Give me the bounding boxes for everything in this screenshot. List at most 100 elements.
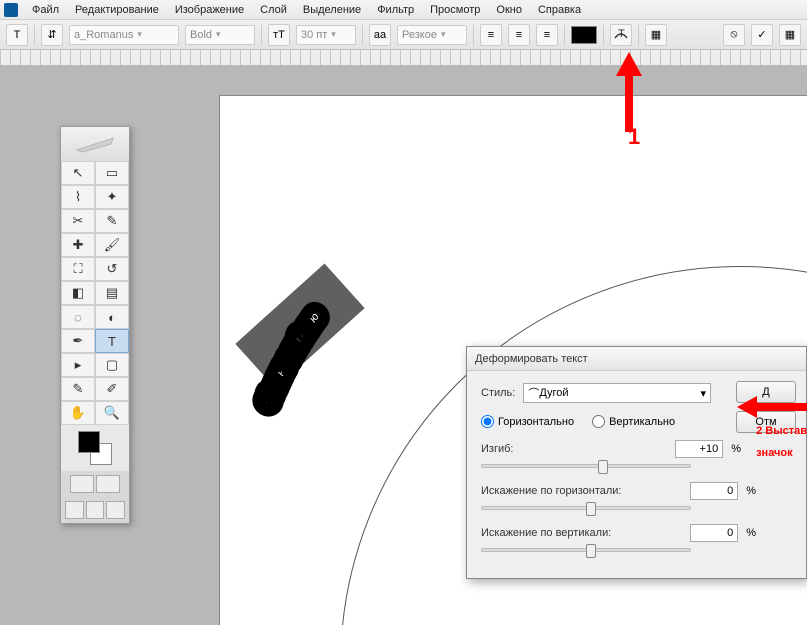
separator [34, 25, 35, 45]
lasso-tool[interactable]: ⌇ [61, 185, 95, 209]
font-family-combo[interactable]: a_Romanus▾ [69, 25, 179, 45]
hdist-input[interactable] [690, 482, 738, 500]
bend-input[interactable] [675, 440, 723, 458]
align-right-icon[interactable]: ≡ [536, 24, 558, 46]
bend-pct: % [731, 443, 741, 455]
dialog-titlebar[interactable]: Деформировать текст [467, 347, 806, 371]
screen-mode-2-icon[interactable] [86, 501, 105, 519]
gradient-tool[interactable]: ▤ [95, 281, 129, 305]
eraser-tool[interactable]: ◧ [61, 281, 95, 305]
vdist-pct: % [746, 527, 756, 539]
annotation-2-line2: значок [756, 442, 807, 464]
orient-vertical-radio[interactable]: Вертикально [592, 415, 675, 428]
eyedropper-tool[interactable]: ✐ [95, 377, 129, 401]
orient-h-label: Горизонтально [498, 416, 574, 428]
history-brush-tool[interactable]: ↺ [95, 257, 129, 281]
dodge-tool[interactable]: ◐ [95, 305, 129, 329]
workspace-icon[interactable]: ▦ [779, 24, 801, 46]
toolbox-panel: ↖ ▭ ⌇ ✦ ✂ ✎ ✚ 🖌 ⛶ ↺ ◧ ▤ ◌ ◐ ✒ T ▸ ▢ ✎ ✐ … [60, 126, 130, 524]
style-select[interactable]: ⌒ Дугой ▾ [523, 383, 711, 403]
menubar: Файл Редактирование Изображение Слой Выд… [0, 0, 807, 20]
font-style-combo[interactable]: Bold▾ [185, 25, 255, 45]
vdist-input[interactable] [690, 524, 738, 542]
antialias-value: Резкое [402, 29, 437, 41]
align-center-icon[interactable]: ≡ [508, 24, 530, 46]
font-size-value: 30 пт [301, 29, 327, 41]
dialog-title: Деформировать текст [475, 353, 588, 365]
shape-tool[interactable]: ▢ [95, 353, 129, 377]
foreground-color[interactable] [78, 431, 100, 453]
vdist-slider[interactable] [481, 548, 691, 552]
ok-button[interactable]: Д [736, 381, 796, 403]
slice-tool[interactable]: ✎ [95, 209, 129, 233]
align-left-icon[interactable]: ≡ [480, 24, 502, 46]
toolbox-header[interactable] [61, 127, 129, 161]
pen-tool[interactable]: ✒ [61, 329, 95, 353]
annotation-2-text: 2 Выстав значок [756, 420, 807, 464]
svg-text:T: T [618, 28, 625, 40]
menu-view[interactable]: Просмотр [422, 2, 488, 18]
ruler-horizontal [0, 50, 807, 66]
antialias-icon: aа [369, 24, 391, 46]
menu-help[interactable]: Справка [530, 2, 589, 18]
orient-h-input[interactable] [481, 415, 494, 428]
blur-tool[interactable]: ◌ [61, 305, 95, 329]
move-tool[interactable]: ↖ [61, 161, 95, 185]
workspace: Сделано с любовью ↖ ▭ ⌇ ✦ ✂ ✎ ✚ 🖌 ⛶ ↺ ◧ … [0, 66, 807, 625]
vdist-label: Искажение по вертикали: [481, 527, 682, 539]
zoom-tool[interactable]: 🔍 [95, 401, 129, 425]
menu-edit[interactable]: Редактирование [67, 2, 167, 18]
menu-window[interactable]: Окно [488, 2, 530, 18]
menu-file[interactable]: Файл [24, 2, 67, 18]
wand-tool[interactable]: ✦ [95, 185, 129, 209]
separator [603, 25, 604, 45]
font-style-value: Bold [190, 29, 212, 41]
marquee-tool[interactable]: ▭ [95, 161, 129, 185]
font-size-combo[interactable]: 30 пт▾ [296, 25, 356, 45]
orientation-toggle-icon[interactable]: ⇵ [41, 24, 63, 46]
standard-mode-icon[interactable] [70, 475, 94, 493]
hdist-slider[interactable] [481, 506, 691, 510]
character-panel-icon[interactable]: ▦ [645, 24, 667, 46]
screenmode-row [61, 497, 129, 523]
commit-icon[interactable]: ✓ [751, 24, 773, 46]
menu-filter[interactable]: Фильтр [369, 2, 422, 18]
screen-mode-1-icon[interactable] [65, 501, 84, 519]
arc-style-icon: ⌒ [528, 385, 539, 401]
font-family-value: a_Romanus [74, 29, 133, 41]
bend-slider[interactable] [481, 464, 691, 468]
menu-image[interactable]: Изображение [167, 2, 252, 18]
hdist-pct: % [746, 485, 756, 497]
annotation-2-line1: 2 Выстав [756, 420, 807, 442]
separator [362, 25, 363, 45]
text-color-swatch[interactable] [571, 26, 597, 44]
menu-layer[interactable]: Слой [252, 2, 295, 18]
text-tool-icon[interactable]: T [6, 24, 28, 46]
heal-tool[interactable]: ✚ [61, 233, 95, 257]
separator [261, 25, 262, 45]
menu-select[interactable]: Выделение [295, 2, 369, 18]
hand-tool[interactable]: ✋ [61, 401, 95, 425]
brush-tool[interactable]: 🖌 [95, 233, 129, 257]
separator [564, 25, 565, 45]
font-size-icon: тТ [268, 24, 290, 46]
type-tool[interactable]: T [95, 329, 129, 353]
cancel-icon[interactable]: ⦸ [723, 24, 745, 46]
notes-tool[interactable]: ✎ [61, 377, 95, 401]
warp-text-button[interactable]: T [610, 24, 632, 46]
svg-text:Сделано с любовью: Сделано с любовью [262, 311, 322, 407]
color-swatches[interactable] [61, 425, 129, 471]
screen-mode-3-icon[interactable] [106, 501, 125, 519]
path-select-tool[interactable]: ▸ [61, 353, 95, 377]
quickmask-row [61, 471, 129, 497]
style-label: Стиль: [481, 387, 515, 399]
hdist-label: Искажение по горизонтали: [481, 485, 682, 497]
quickmask-mode-icon[interactable] [96, 475, 120, 493]
style-value: Дугой [539, 387, 568, 399]
arc-text-content: Сделано с любовью [262, 311, 322, 407]
antialias-combo[interactable]: Резкое▾ [397, 25, 467, 45]
crop-tool[interactable]: ✂ [61, 209, 95, 233]
orient-horizontal-radio[interactable]: Горизонтально [481, 415, 574, 428]
orient-v-input[interactable] [592, 415, 605, 428]
stamp-tool[interactable]: ⛶ [61, 257, 95, 281]
